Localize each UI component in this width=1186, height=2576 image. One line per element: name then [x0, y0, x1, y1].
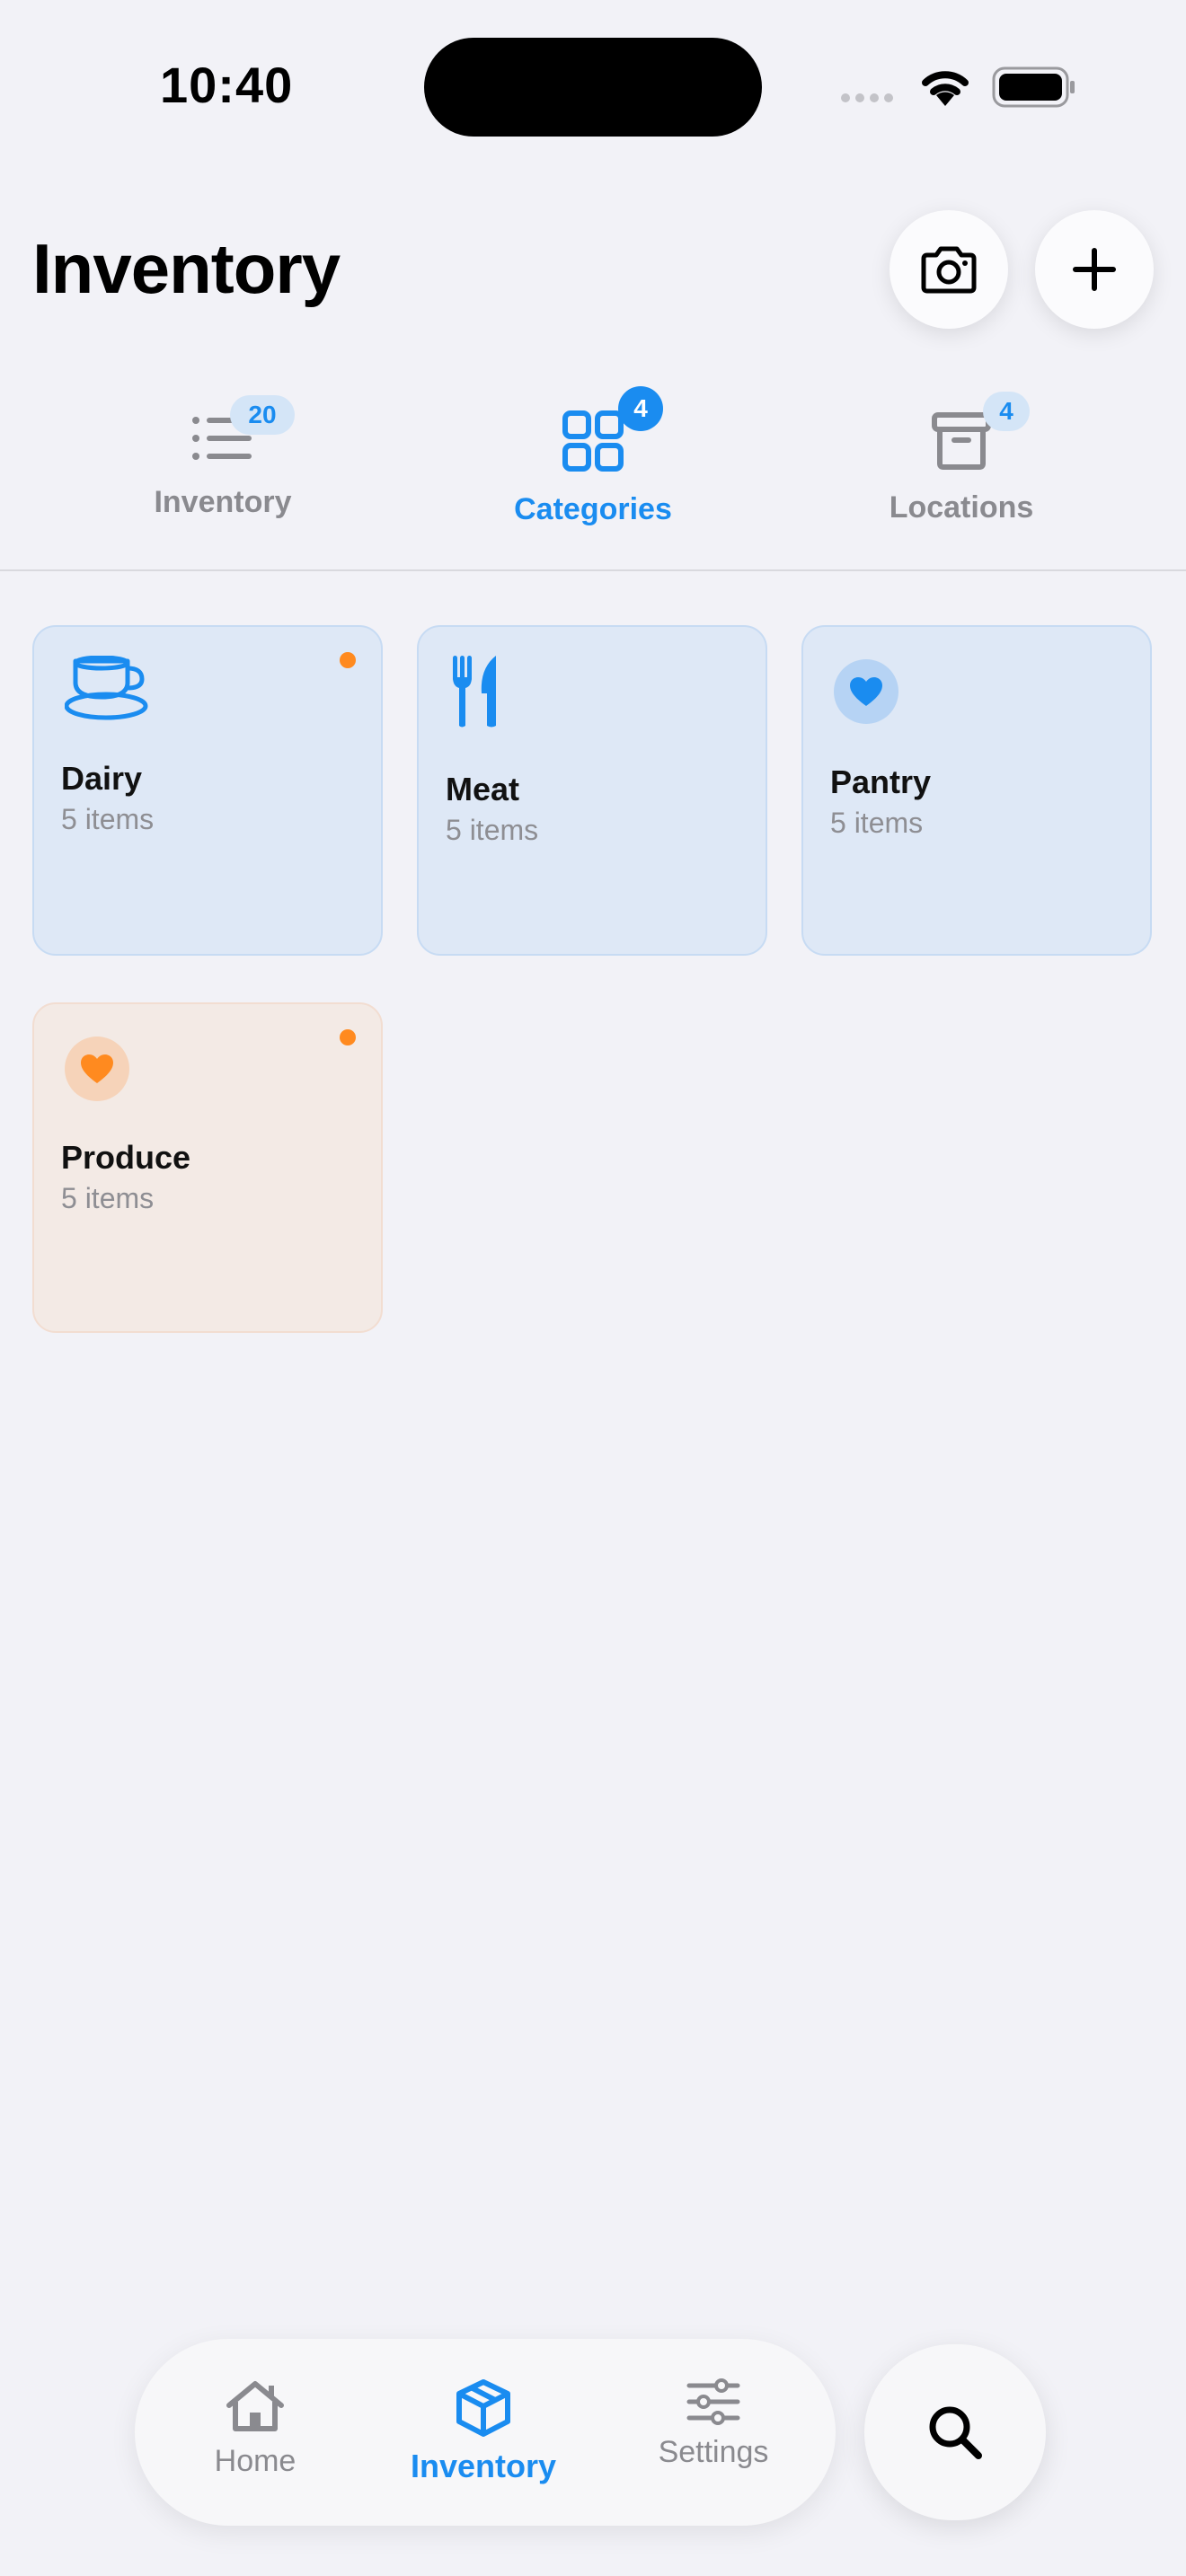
box-icon — [456, 2379, 510, 2437]
cup-icon — [65, 656, 148, 720]
tab-settings-label: Settings — [658, 2435, 769, 2469]
category-card-produce[interactable]: Produce 5 items — [32, 1002, 383, 1333]
alert-dot — [340, 1029, 356, 1045]
add-button[interactable] — [1035, 210, 1154, 329]
status-time: 10:40 — [160, 57, 294, 113]
camera-icon — [921, 246, 977, 294]
category-name: Meat — [446, 771, 520, 807]
category-card-meat[interactable]: Meat 5 items — [417, 625, 767, 956]
tab-home-label: Home — [214, 2444, 296, 2478]
category-count: 5 items — [830, 807, 924, 839]
inventory-count-badge: 20 — [230, 395, 295, 435]
segment-inventory-label: Inventory — [154, 485, 292, 519]
tab-inventory[interactable]: Inventory — [394, 2378, 573, 2485]
heart-icon — [65, 1037, 129, 1101]
page-title: Inventory — [32, 229, 341, 308]
tab-bar: Home Inventory Settings — [135, 2339, 836, 2526]
locations-count-badge: 4 — [983, 392, 1030, 431]
categories-count-badge: 4 — [618, 386, 663, 431]
grid-icon — [562, 410, 624, 472]
cellular-signal-icon — [841, 93, 893, 102]
dynamic-island — [424, 38, 762, 137]
magnifier-icon — [929, 2406, 982, 2459]
category-count: 5 items — [61, 1182, 155, 1214]
segment-categories[interactable]: 4 Categories — [458, 386, 728, 539]
category-name: Pantry — [830, 763, 932, 800]
category-card-pantry[interactable]: Pantry 5 items — [801, 625, 1152, 956]
heart-icon — [834, 659, 898, 724]
segment-categories-label: Categories — [514, 492, 672, 526]
house-icon — [226, 2381, 284, 2431]
alert-dot — [340, 652, 356, 668]
search-button[interactable] — [864, 2344, 1046, 2520]
segment-locations-label: Locations — [889, 490, 1034, 525]
fork-knife-icon — [453, 656, 496, 728]
category-count: 5 items — [446, 814, 539, 846]
battery-icon — [992, 66, 1076, 112]
segment-inventory[interactable]: 20 Inventory — [88, 386, 358, 539]
sliders-icon — [686, 2378, 740, 2425]
tab-settings[interactable]: Settings — [624, 2378, 803, 2470]
divider — [0, 569, 1186, 571]
tab-home[interactable]: Home — [165, 2378, 345, 2479]
category-name: Produce — [61, 1139, 191, 1176]
archive-box-icon — [932, 412, 991, 470]
plus-icon — [1073, 248, 1116, 291]
category-count: 5 items — [61, 803, 155, 835]
category-name: Dairy — [61, 760, 143, 797]
tab-inventory-label: Inventory — [410, 2448, 557, 2484]
wifi-icon — [918, 66, 972, 112]
camera-button[interactable] — [890, 210, 1008, 329]
segment-locations[interactable]: 4 Locations — [827, 386, 1096, 539]
category-card-dairy[interactable]: Dairy 5 items — [32, 625, 383, 956]
